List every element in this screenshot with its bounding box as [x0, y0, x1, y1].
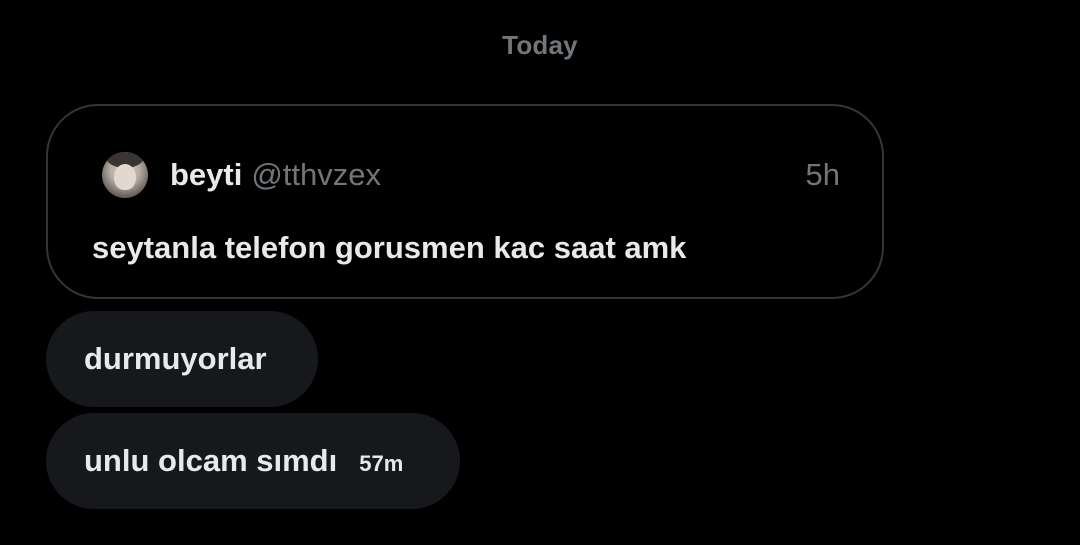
avatar-face-shape [114, 164, 136, 190]
message-text: durmuyorlar [84, 341, 267, 376]
author-handle[interactable]: @tthvzex [251, 157, 381, 193]
author-name[interactable]: beyti [170, 157, 242, 193]
quoted-post-time: 5h [805, 157, 840, 192]
message-text: unlu olcam sımdı [84, 443, 338, 478]
quoted-post-card[interactable]: beyti @tthvzex 5h seytanla telefon gorus… [46, 104, 884, 299]
message-bubble[interactable]: unlu olcam sımdı 57m [46, 413, 460, 509]
quoted-post-text: seytanla telefon gorusmen kac saat amk [92, 230, 687, 265]
avatar[interactable] [102, 152, 148, 198]
date-divider: Today [502, 30, 578, 60]
quoted-post-header: beyti @tthvzex 5h [102, 152, 840, 198]
message-timestamp: 57m [359, 451, 404, 476]
message-bubble[interactable]: durmuyorlar [46, 311, 318, 407]
